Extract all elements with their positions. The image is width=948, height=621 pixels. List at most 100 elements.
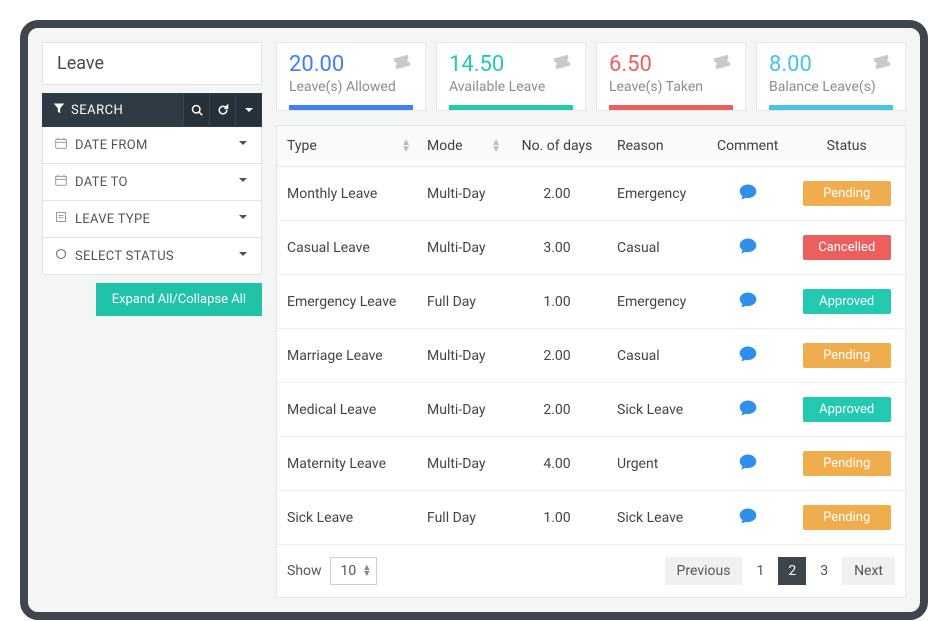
cell-type: Marriage Leave (277, 329, 417, 383)
filter-label: DATE TO (75, 175, 128, 190)
comment-icon[interactable] (738, 298, 758, 314)
page-size-select[interactable]: 10 ▲▼ (330, 557, 378, 585)
pager-next[interactable]: Next (842, 557, 895, 585)
comment-icon[interactable] (738, 190, 758, 206)
table-row: Emergency LeaveFull Day1.00Emergency Appr… (277, 275, 905, 329)
status-badge: Pending (803, 181, 891, 206)
cell-type: Monthly Leave (277, 167, 417, 221)
cell-mode: Multi-Day (417, 329, 507, 383)
page-size-wrap: Show 10 ▲▼ (287, 557, 377, 585)
cell-reason: Casual (607, 221, 707, 275)
stat-label: Leave(s) Taken (609, 79, 733, 95)
cell-type: Medical Leave (277, 383, 417, 437)
table-row: Casual LeaveMulti-Day3.00CasualCancelled (277, 221, 905, 275)
status-badge: Pending (803, 505, 891, 530)
chevron-down-icon (237, 248, 249, 264)
sidebar: Leave SEARCH DATE FROMDATE TOLEA (42, 42, 262, 598)
expand-collapse-button[interactable]: Expand All/Collapse All (96, 283, 262, 316)
filter-item[interactable]: LEAVE TYPE (42, 201, 262, 238)
show-label: Show (287, 563, 322, 579)
cell-mode: Multi-Day (417, 221, 507, 275)
ticket-icon (391, 51, 413, 77)
cell-days: 1.00 (507, 275, 607, 329)
cell-reason: Emergency (607, 275, 707, 329)
stat-bar (289, 105, 413, 110)
filter-icon (53, 102, 65, 118)
search-buttons (183, 94, 261, 126)
stat-bar (769, 105, 893, 110)
filter-icon (55, 248, 67, 264)
stat-value: 20.00 (289, 52, 344, 77)
col-mode-label: Mode (427, 138, 463, 154)
comment-icon[interactable] (738, 406, 758, 422)
cell-days: 2.00 (507, 329, 607, 383)
cell-mode: Multi-Day (417, 383, 507, 437)
comment-icon[interactable] (738, 352, 758, 368)
pager-page[interactable]: 2 (778, 557, 806, 585)
search-button[interactable] (183, 94, 209, 126)
cell-type: Emergency Leave (277, 275, 417, 329)
comment-icon[interactable] (738, 460, 758, 476)
chevron-down-icon (237, 137, 249, 153)
filter-list: DATE FROM DATE TO LEAVE TYPE SELECT STATUS (42, 127, 262, 275)
stat-card: 8.00Balance Leave(s) (756, 42, 906, 111)
page-size-value: 10 (341, 563, 357, 579)
filter-item[interactable]: DATE FROM (42, 127, 262, 164)
stat-value: 14.50 (449, 52, 504, 77)
status-badge: Approved (803, 289, 891, 314)
sort-icon: ▲▼ (491, 139, 501, 153)
col-status[interactable]: Status (788, 126, 905, 167)
filter-icon (55, 137, 67, 153)
stat-card: 6.50Leave(s) Taken (596, 42, 746, 111)
col-comment[interactable]: Comment (707, 126, 788, 167)
stat-value: 8.00 (769, 52, 812, 77)
comment-icon[interactable] (738, 244, 758, 260)
filter-item[interactable]: SELECT STATUS (42, 238, 262, 275)
col-reason[interactable]: Reason (607, 126, 707, 167)
col-days[interactable]: No. of days (507, 126, 607, 167)
filter-label: SELECT STATUS (75, 249, 174, 264)
col-days-label: No. of days (522, 138, 593, 154)
col-type[interactable]: Type ▲▼ (277, 126, 417, 167)
refresh-button[interactable] (209, 94, 235, 126)
table-row: Sick LeaveFull Day1.00Sick LeavePending (277, 491, 905, 545)
chevron-down-icon (237, 211, 249, 227)
stat-card: 14.50 Available Leave (436, 42, 586, 111)
cell-days: 3.00 (507, 221, 607, 275)
stat-bar (609, 105, 733, 110)
pager-page[interactable]: 3 (810, 557, 838, 585)
filter-icon (55, 211, 67, 227)
app-frame: Leave SEARCH DATE FROMDATE TOLEA (20, 20, 928, 620)
table-row: Medical LeaveMulti-Day2.00Sick LeaveAppr… (277, 383, 905, 437)
cell-mode: Multi-Day (417, 167, 507, 221)
pager-prev[interactable]: Previous (665, 557, 743, 585)
col-type-label: Type (287, 138, 317, 154)
status-badge: Approved (803, 397, 891, 422)
cell-days: 4.00 (507, 437, 607, 491)
cell-days: 1.00 (507, 491, 607, 545)
cell-mode: Full Day (417, 275, 507, 329)
col-mode[interactable]: Mode ▲▼ (417, 126, 507, 167)
cell-type: Maternity Leave (277, 437, 417, 491)
filter-item[interactable]: DATE TO (42, 164, 262, 201)
col-comment-label: Comment (717, 138, 778, 154)
pager-page[interactable]: 1 (746, 557, 774, 585)
dropdown-button[interactable] (235, 94, 261, 126)
cell-mode: Multi-Day (417, 437, 507, 491)
page-title: Leave (42, 42, 262, 85)
filter-label: DATE FROM (75, 138, 148, 153)
filter-label: LEAVE TYPE (75, 212, 150, 227)
ticket-icon (871, 51, 893, 77)
table-row: Marriage LeaveMulti-Day2.00CasualPending (277, 329, 905, 383)
comment-icon[interactable] (738, 514, 758, 530)
ticket-icon (551, 51, 573, 77)
cell-reason: Urgent (607, 437, 707, 491)
table-row: Monthly LeaveMulti-Day2.00EmergencyPendi… (277, 167, 905, 221)
table-body: Monthly LeaveMulti-Day2.00EmergencyPendi… (277, 167, 905, 545)
col-reason-label: Reason (617, 138, 664, 154)
stat-label: Available Leave (449, 79, 573, 95)
cell-type: Casual Leave (277, 221, 417, 275)
sort-icon: ▲▼ (401, 139, 411, 153)
cell-reason: Emergency (607, 167, 707, 221)
main: 20.00Leave(s) Allowed14.50Available Leav… (276, 42, 906, 598)
